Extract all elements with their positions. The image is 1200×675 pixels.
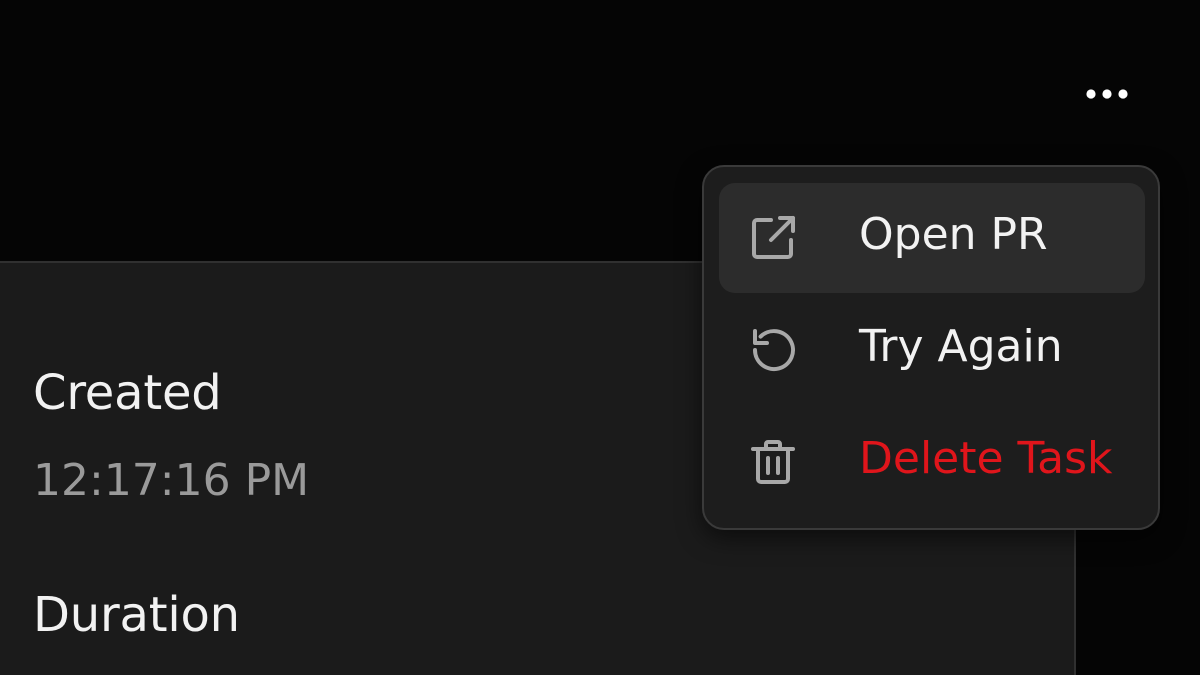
menu-item-open-pr[interactable]: Open PR [719,183,1145,293]
menu-item-label: Open PR [859,209,1048,260]
menu-item-try-again[interactable]: Try Again [719,295,1145,405]
retry-icon [749,326,797,374]
trash-icon [749,438,797,486]
created-value: 12:17:16 PM [33,455,310,506]
menu-item-delete-task[interactable]: Delete Task [719,407,1145,517]
task-actions-menu: Open PR Try Again Delete Task [702,165,1160,530]
duration-label: Duration [33,587,240,643]
screen: Created 12:17:16 PM Duration Open PR Try… [0,0,1200,675]
more-options-button[interactable] [1076,72,1138,116]
more-horizontal-icon [1085,88,1129,100]
menu-item-label: Try Again [859,321,1063,372]
menu-item-label: Delete Task [859,433,1113,484]
external-link-icon [749,214,797,262]
created-label: Created [33,365,222,421]
